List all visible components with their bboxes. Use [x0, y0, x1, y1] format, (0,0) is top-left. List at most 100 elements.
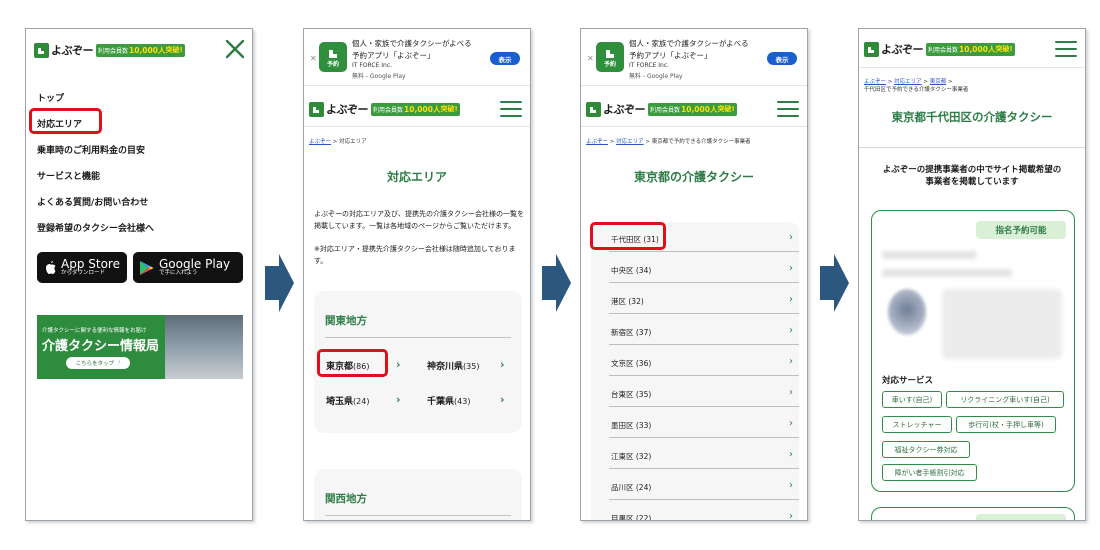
page-subtitle-line2: 事業者を掲載しています [925, 177, 1019, 187]
screen-tokyo: ✕ 予約 個人・家族で介護タクシーがよべる 予約アプリ「よぶぞー」 IT FOR… [580, 28, 808, 521]
brand-logo[interactable]: よぶぞー 利用会員数 10,000人 突破! [586, 101, 737, 117]
hamburger-menu-icon[interactable] [500, 101, 522, 117]
business-card[interactable]: 指名予約可能 対応サービス 車いす(自己) リクライニング車いす(自己) ストレ… [871, 210, 1075, 492]
chevron-right-icon[interactable]: › [396, 393, 401, 406]
apple-icon [46, 260, 56, 274]
menu-item-top[interactable]: トップ [37, 91, 64, 104]
menu-item-faq[interactable]: よくある質問/お問い合わせ [37, 195, 148, 208]
divider [859, 67, 1085, 68]
breadcrumb-area[interactable]: 対応エリア [616, 139, 644, 145]
page-title: 対応エリア [386, 170, 447, 184]
divider [581, 85, 807, 86]
badge-label: 利用会員数 [928, 46, 959, 54]
chevron-right-icon[interactable]: › [789, 325, 793, 336]
google-play-button[interactable]: Google Play で手に入れよう [133, 252, 243, 283]
business-card[interactable] [871, 507, 1075, 520]
ad-store: 無料 - Google Play [352, 73, 406, 80]
region-title: 関東地方 [325, 315, 367, 327]
pref-name: 千葉県 [427, 397, 455, 407]
banner-tap-label: こちらをタップ [75, 361, 115, 367]
ward-label: 港区 (32) [611, 297, 644, 306]
ward-divider [609, 313, 799, 314]
chevron-right-icon[interactable]: › [789, 449, 793, 460]
ad-close-icon[interactable]: ✕ [587, 54, 594, 63]
hamburger-menu-icon[interactable] [777, 101, 799, 117]
member-badge: 利用会員数 10,000人 突破! [648, 102, 737, 116]
chevron-right-icon[interactable]: › [789, 263, 793, 274]
chevron-right-icon[interactable]: › [500, 393, 505, 406]
pref-link-kanagawa[interactable]: 神奈川県(35) [427, 359, 479, 372]
pref-link-chiba[interactable]: 千葉県(43) [427, 394, 470, 407]
badge-label: 利用会員数 [650, 106, 681, 114]
chevron-right-icon[interactable]: › [789, 356, 793, 367]
brand-name: よぶぞー [326, 103, 369, 116]
badge-count: 10,000人 [404, 104, 441, 114]
ward-label: 台東区 (35) [611, 390, 652, 399]
app-icon: 予約 [319, 42, 347, 72]
badge-label: 利用会員数 [373, 106, 404, 114]
menu-item-services[interactable]: サービスと機能 [37, 169, 100, 182]
region-divider [325, 515, 511, 516]
brand-logo[interactable]: よぶぞー 利用会員数 10,000人 突破! [864, 41, 1015, 57]
region-card-kanto: 関東地方 東京都(86) › 神奈川県(35) › 埼玉県(24) › 千葉県(… [314, 291, 522, 433]
menu-item-fare[interactable]: 乗車時のご利用料金の目安 [37, 143, 145, 156]
divider [304, 126, 530, 127]
hamburger-menu-icon[interactable] [1055, 41, 1077, 57]
service-tag: リクライニング車いす(自己) [946, 391, 1064, 408]
breadcrumb-separator: > [332, 139, 338, 145]
ward-divider [609, 251, 799, 252]
badge-count: 10,000人 [129, 45, 166, 55]
chevron-right-icon[interactable]: › [789, 294, 793, 305]
pref-name: 神奈川県 [427, 362, 464, 372]
app-ad-banner[interactable]: ✕ 予約 個人・家族で介護タクシーがよべる 予約アプリ「よぶぞー」 IT FOR… [304, 29, 530, 81]
breadcrumb-home[interactable]: よぶぞー [586, 139, 608, 145]
brand-logo[interactable]: よぶぞー 利用会員数 10,000人 突破! [309, 101, 460, 117]
brand-logo[interactable]: よぶぞー 利用会員数 10,000人 突破! [34, 42, 185, 58]
chevron-right-icon[interactable]: › [789, 418, 793, 429]
region-card-kansai: 関西地方 [314, 469, 522, 520]
chevron-right-icon[interactable]: › [789, 480, 793, 491]
divider [581, 126, 807, 127]
badge-count: 10,000人 [681, 104, 718, 114]
chevron-right-icon[interactable]: › [789, 387, 793, 398]
app-store-button[interactable]: App Store からダウンロード [37, 252, 127, 283]
app-ad-banner[interactable]: ✕ 予約 個人・家族で介護タクシーがよべる 予約アプリ「よぶぞー」 IT FOR… [581, 29, 807, 81]
ad-close-icon[interactable]: ✕ [310, 54, 317, 63]
breadcrumb: よぶぞー > 対応エリア [309, 137, 367, 145]
app-store-sublabel: からダウンロード [61, 270, 106, 276]
chevron-right-icon[interactable]: › [500, 358, 505, 371]
banner-tap-button[interactable]: こちらをタップ ☝ [66, 357, 130, 369]
region-divider [325, 337, 511, 338]
ward-divider [609, 499, 799, 500]
chevron-right-icon[interactable]: › [789, 232, 793, 243]
info-banner[interactable]: 介護タクシーに関する便利な情報をお届け 介護タクシー情報局 こちらをタップ ☝ [37, 315, 243, 379]
banner-title: 介護タクシー情報局 [42, 339, 160, 354]
ad-store: 無料 - Google Play [629, 73, 683, 80]
blurred-address [882, 269, 1012, 277]
chevron-right-icon[interactable]: › [789, 511, 793, 520]
flow-arrow [818, 252, 850, 314]
ad-view-button[interactable]: 表示 [490, 52, 520, 65]
pref-link-saitama[interactable]: 埼玉県(24) [326, 394, 369, 407]
banner-caption: 介護タクシーに関する便利な情報をお届け [42, 328, 147, 334]
member-badge: 利用会員数 10,000人 突破! [371, 102, 460, 116]
ward-label: 江東区 (32) [611, 452, 652, 461]
app-icon-label: 予約 [603, 60, 616, 68]
designated-booking-badge [976, 514, 1066, 520]
ward-label: 墨田区 (33) [611, 421, 652, 430]
breadcrumb-home[interactable]: よぶぞー [309, 139, 331, 145]
badge-suffix: 突破! [717, 105, 735, 113]
flow-arrow [540, 252, 572, 314]
member-badge: 利用会員数 10,000人 突破! [926, 42, 1015, 56]
ward-label: 新宿区 (37) [611, 328, 652, 337]
chevron-right-icon[interactable]: › [396, 358, 401, 371]
badge-label: 利用会員数 [98, 47, 129, 55]
hand-pointer-icon: ☝ [117, 360, 121, 366]
region-title: 関西地方 [325, 493, 367, 505]
menu-item-partner[interactable]: 登録希望のタクシー会社様へ [37, 221, 154, 234]
close-icon[interactable] [224, 38, 246, 60]
ad-view-button[interactable]: 表示 [767, 52, 797, 65]
blurred-name [882, 251, 977, 259]
pref-count: (24) [353, 397, 370, 406]
service-tag: 障がい者手帳割引対応 [882, 464, 977, 481]
